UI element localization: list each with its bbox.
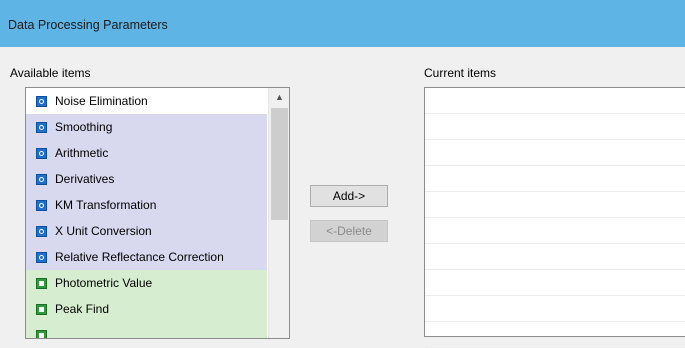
list-item-label: Noise Elimination [55, 94, 148, 108]
list-item[interactable]: Photometric Value [26, 270, 267, 296]
list-item-label: Peak Find [55, 302, 110, 316]
green-report-icon [36, 303, 47, 315]
current-items-list[interactable] [424, 87, 685, 348]
blue-module-icon [36, 147, 47, 159]
add-button[interactable]: Add-> [310, 185, 388, 207]
available-items-list[interactable]: Noise Elimination Smoothing Arithmetic Deri… [25, 87, 290, 339]
list-item-label: Arithmetic [55, 146, 109, 160]
current-list-row[interactable] [425, 244, 685, 270]
delete-button[interactable]: <-Delete [310, 220, 388, 242]
current-list-row[interactable] [425, 218, 685, 244]
scroll-up-arrow-icon[interactable]: ▲ [269, 88, 289, 106]
list-item[interactable]: X Unit Conversion [26, 218, 267, 244]
list-item[interactable]: Relative Reflectance Correction [26, 244, 267, 270]
blue-module-icon [36, 173, 47, 185]
list-item[interactable] [26, 322, 267, 338]
blue-module-icon [36, 199, 47, 211]
list-item-label: X Unit Conversion [55, 224, 152, 238]
list-item[interactable]: Arithmetic [26, 140, 267, 166]
current-list-row[interactable] [425, 322, 685, 348]
current-list-row[interactable] [425, 296, 685, 322]
window-title: Data Processing Parameters [8, 18, 168, 32]
scrollbar-thumb[interactable] [271, 108, 288, 220]
current-items-label: Current items [424, 66, 497, 80]
list-item[interactable]: KM Transformation [26, 192, 267, 218]
list-item[interactable]: Noise Elimination [26, 88, 267, 114]
list-item[interactable]: Derivatives [26, 166, 267, 192]
list-item-label: Derivatives [55, 172, 115, 186]
list-item[interactable]: Smoothing [26, 114, 267, 140]
vertical-scrollbar[interactable]: ▲ [268, 88, 289, 338]
blue-module-icon [36, 95, 47, 107]
current-list-row[interactable] [425, 192, 685, 218]
current-list-row[interactable] [425, 114, 685, 140]
green-report-icon [36, 277, 47, 289]
title-bar: Data Processing Parameters [0, 0, 685, 47]
list-item[interactable]: Peak Find [26, 296, 267, 322]
available-items-container: Noise Elimination Smoothing Arithmetic Deri… [26, 88, 267, 338]
list-item-label: Relative Reflectance Correction [55, 250, 224, 264]
list-item-label: KM Transformation [55, 198, 157, 212]
current-list-row[interactable] [425, 88, 685, 114]
blue-module-icon [36, 121, 47, 133]
current-list-row[interactable] [425, 166, 685, 192]
blue-module-icon [36, 225, 47, 237]
current-list-row[interactable] [425, 270, 685, 296]
green-report-icon [36, 329, 47, 338]
list-item-label: Photometric Value [55, 276, 153, 290]
list-item-label: Smoothing [55, 120, 113, 134]
blue-module-icon [36, 251, 47, 263]
current-list-row[interactable] [425, 140, 685, 166]
available-items-label: Available items [10, 66, 91, 80]
